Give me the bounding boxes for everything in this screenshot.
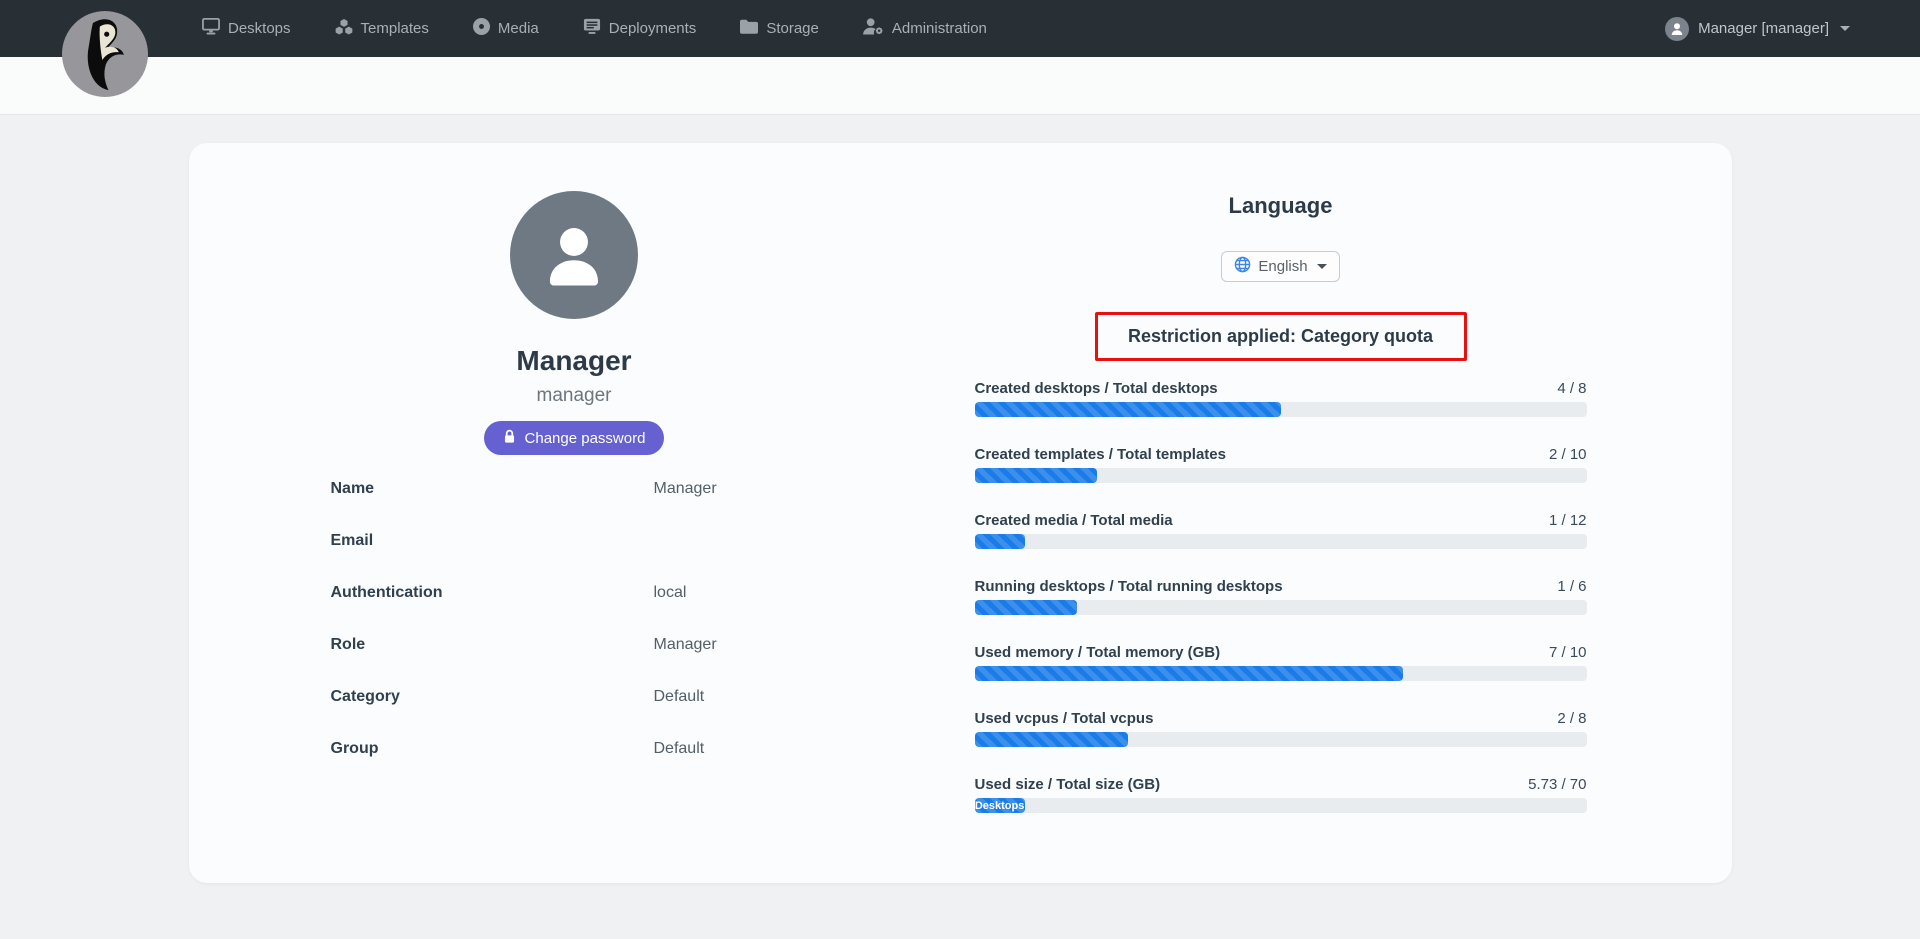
quota-row-templates: Created templates / Total templates 2 / … xyxy=(975,446,1587,483)
quota-value: 2 / 8 xyxy=(1557,710,1586,727)
quota-row-media: Created media / Total media 1 / 12 xyxy=(975,512,1587,549)
nav-label: Administration xyxy=(892,20,987,37)
quota-label: Used memory / Total memory (GB) xyxy=(975,644,1221,661)
nav-label: Storage xyxy=(766,20,819,37)
disc-icon xyxy=(473,18,490,39)
profile-card: Manager manager Change password Name xyxy=(189,143,1732,883)
progress-bar xyxy=(975,468,1097,483)
progress-bar xyxy=(975,600,1077,615)
nav-item-templates[interactable]: Templates xyxy=(335,19,429,39)
detail-label: Category xyxy=(331,688,654,706)
profile-column: Manager manager Change password Name xyxy=(189,143,960,883)
change-password-label: Change password xyxy=(525,430,646,447)
profile-details: Name Manager Email Authentication local … xyxy=(331,463,891,775)
quota-row-vcpus: Used vcpus / Total vcpus 2 / 8 xyxy=(975,710,1587,747)
user-menu-dropdown[interactable]: Manager [manager] xyxy=(1665,17,1920,41)
subheader-strip xyxy=(0,57,1920,115)
main-nav: Desktops Templates Media xyxy=(202,18,987,39)
nav-label: Media xyxy=(498,20,539,37)
cubes-icon xyxy=(335,19,353,39)
progress-track xyxy=(975,600,1587,615)
nav-item-administration[interactable]: Administration xyxy=(863,18,987,39)
quota-label: Running desktops / Total running desktop… xyxy=(975,578,1283,595)
quota-value: 5.73 / 70 xyxy=(1528,776,1586,793)
chevron-down-icon xyxy=(1840,26,1850,31)
progress-track xyxy=(975,534,1587,549)
detail-label: Authentication xyxy=(331,584,654,602)
progress-bar xyxy=(975,534,1026,549)
user-gear-icon xyxy=(863,18,884,39)
progress-bar xyxy=(975,732,1128,747)
quota-row-running-desktops: Running desktops / Total running desktop… xyxy=(975,578,1587,615)
progress-track xyxy=(975,468,1587,483)
detail-value: Default xyxy=(654,740,705,758)
main-content: Manager manager Change password Name xyxy=(0,115,1920,883)
progress-bar: Desktops xyxy=(975,798,1025,813)
quota-label: Created media / Total media xyxy=(975,512,1173,529)
quota-value: 1 / 6 xyxy=(1557,578,1586,595)
progress-bar xyxy=(975,666,1403,681)
quota-value: 2 / 10 xyxy=(1549,446,1587,463)
user-menu-label: Manager [manager] xyxy=(1698,20,1829,37)
folder-icon xyxy=(740,19,758,38)
screens-icon xyxy=(583,18,601,39)
language-dropdown[interactable]: English xyxy=(1221,251,1339,282)
profile-username: manager xyxy=(189,385,960,407)
quota-label: Used vcpus / Total vcpus xyxy=(975,710,1154,727)
nav-label: Templates xyxy=(361,20,429,37)
quota-value: 7 / 10 xyxy=(1549,644,1587,661)
detail-row-name: Name Manager xyxy=(331,463,891,515)
quota-label: Used size / Total size (GB) xyxy=(975,776,1161,793)
quota-label: Created desktops / Total desktops xyxy=(975,380,1218,397)
progress-track xyxy=(975,732,1587,747)
nav-item-media[interactable]: Media xyxy=(473,18,539,39)
globe-icon xyxy=(1234,256,1251,277)
user-avatar-icon xyxy=(1665,17,1689,41)
quota-label: Created templates / Total templates xyxy=(975,446,1226,463)
detail-label: Role xyxy=(331,636,654,654)
change-password-button[interactable]: Change password xyxy=(484,421,665,455)
quota-column: Language English xyxy=(975,143,1587,883)
detail-label: Group xyxy=(331,740,654,758)
detail-value: local xyxy=(654,584,687,602)
quota-row-desktops: Created desktops / Total desktops 4 / 8 xyxy=(975,380,1587,417)
nav-label: Deployments xyxy=(609,20,697,37)
top-navbar: Desktops Templates Media xyxy=(0,0,1920,57)
detail-row-email: Email xyxy=(331,515,891,567)
language-selected: English xyxy=(1258,258,1307,275)
lock-icon xyxy=(503,429,516,448)
quota-row-size: Used size / Total size (GB) 5.73 / 70 De… xyxy=(975,776,1587,813)
quota-value: 4 / 8 xyxy=(1557,380,1586,397)
detail-value: Manager xyxy=(654,480,717,498)
restriction-notice: Restriction applied: Category quota xyxy=(1095,312,1467,361)
detail-label: Email xyxy=(331,532,654,550)
detail-row-group: Group Default xyxy=(331,723,891,775)
quota-value: 1 / 12 xyxy=(1549,512,1587,529)
progress-track xyxy=(975,666,1587,681)
quota-list: Created desktops / Total desktops 4 / 8 … xyxy=(975,380,1587,813)
detail-value: Manager xyxy=(654,636,717,654)
detail-label: Name xyxy=(331,480,654,498)
desktop-icon xyxy=(202,18,220,39)
isard-logo[interactable] xyxy=(62,11,148,97)
progress-track xyxy=(975,402,1587,417)
profile-display-name: Manager xyxy=(189,345,960,377)
quota-row-memory: Used memory / Total memory (GB) 7 / 10 xyxy=(975,644,1587,681)
detail-value: Default xyxy=(654,688,705,706)
detail-row-role: Role Manager xyxy=(331,619,891,671)
nav-item-storage[interactable]: Storage xyxy=(740,19,819,38)
nav-label: Desktops xyxy=(228,20,291,37)
nav-item-deployments[interactable]: Deployments xyxy=(583,18,697,39)
progress-bar-label: Desktops xyxy=(975,800,1025,812)
progress-track: Desktops xyxy=(975,798,1587,813)
progress-bar xyxy=(975,402,1281,417)
profile-avatar xyxy=(510,191,638,319)
chevron-down-icon xyxy=(1317,264,1327,269)
nav-item-desktops[interactable]: Desktops xyxy=(202,18,291,39)
language-title: Language xyxy=(975,193,1587,219)
detail-row-authentication: Authentication local xyxy=(331,567,891,619)
detail-row-category: Category Default xyxy=(331,671,891,723)
